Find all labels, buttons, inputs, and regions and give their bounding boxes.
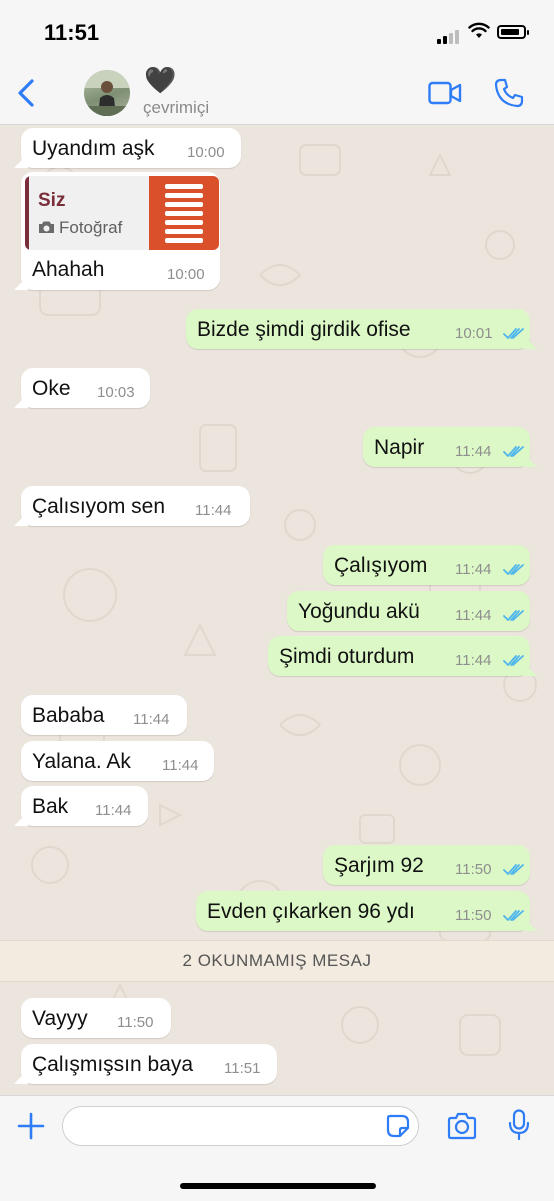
message-time: 11:44 bbox=[133, 711, 170, 728]
message-time: 11:44 bbox=[455, 443, 492, 460]
message-text: Ahahah bbox=[32, 258, 105, 281]
read-receipt-icon bbox=[503, 864, 524, 875]
message-input[interactable] bbox=[62, 1106, 419, 1146]
outgoing-message[interactable]: Şarjım 92 11:50 bbox=[323, 845, 530, 885]
read-receipt-icon bbox=[503, 910, 524, 921]
read-receipt-icon bbox=[503, 328, 524, 339]
read-receipt-icon bbox=[503, 446, 524, 457]
read-receipt-icon bbox=[503, 564, 524, 575]
message-text: Şarjım 92 bbox=[334, 854, 424, 877]
quote-bar bbox=[25, 176, 29, 250]
message-time: 11:44 bbox=[162, 757, 199, 774]
message-time: 11:44 bbox=[95, 802, 132, 819]
message-text: Çalısıyom sen bbox=[32, 495, 166, 518]
outgoing-message[interactable]: Bizde şimdi girdik ofise 10:01 bbox=[186, 309, 530, 349]
message-text: Vayyy bbox=[32, 1007, 88, 1030]
contact-avatar[interactable] bbox=[84, 70, 130, 116]
cellular-signal-icon bbox=[437, 26, 461, 44]
outgoing-message[interactable]: Napir 11:44 bbox=[363, 427, 530, 467]
read-receipt-icon bbox=[503, 655, 524, 666]
chat-header: 🖤 çevrimiçi bbox=[0, 62, 554, 125]
message-time: 11:44 bbox=[455, 652, 492, 669]
message-time: 11:50 bbox=[455, 907, 492, 924]
plus-icon[interactable] bbox=[16, 1111, 46, 1141]
message-text: Napir bbox=[374, 436, 425, 459]
message-time: 10:01 bbox=[455, 325, 493, 342]
message-text: Bizde şimdi girdik ofise bbox=[197, 318, 411, 341]
photo-camera-icon bbox=[39, 221, 54, 233]
contact-name[interactable]: 🖤 bbox=[144, 67, 176, 93]
message-text: Bababa bbox=[32, 704, 105, 727]
back-chevron-icon[interactable] bbox=[12, 76, 42, 110]
outgoing-message[interactable]: Yoğundu akü 11:44 bbox=[287, 591, 530, 631]
incoming-message[interactable]: Çalısıyom sen 11:44 bbox=[21, 486, 250, 526]
incoming-message[interactable]: Uyandım aşk 10:00 bbox=[21, 128, 241, 168]
photo-thumbnail bbox=[149, 176, 219, 250]
microphone-icon[interactable] bbox=[508, 1109, 530, 1141]
unread-divider: 2 OKUNMAMIŞ MESAJ bbox=[0, 940, 554, 982]
incoming-message[interactable]: Çalışmışsın baya 11:51 bbox=[21, 1044, 277, 1084]
home-indicator bbox=[180, 1183, 376, 1189]
status-bar: 11:51 bbox=[0, 0, 554, 62]
message-time: 11:44 bbox=[195, 502, 232, 519]
incoming-message[interactable]: Bak 11:44 bbox=[21, 786, 148, 826]
message-time: 10:03 bbox=[97, 384, 135, 401]
status-time: 11:51 bbox=[44, 20, 100, 45]
outgoing-message[interactable]: Evden çıkarken 96 ydı 11:50 bbox=[196, 891, 530, 931]
message-text: Yalana. Ak bbox=[32, 750, 131, 773]
composer-bar bbox=[0, 1095, 554, 1201]
wifi-icon bbox=[468, 22, 490, 38]
incoming-message[interactable]: Siz Fotoğraf Ahahah 10:00 bbox=[21, 172, 220, 290]
message-text: Uyandım aşk bbox=[32, 137, 155, 160]
outgoing-message[interactable]: Çalışıyom 11:44 bbox=[323, 545, 530, 585]
incoming-message[interactable]: Oke 10:03 bbox=[21, 368, 150, 408]
sticker-icon[interactable] bbox=[386, 1114, 410, 1138]
message-text: Oke bbox=[32, 377, 71, 400]
outgoing-message[interactable]: Şimdi oturdum 11:44 bbox=[268, 636, 530, 676]
message-time: 10:00 bbox=[187, 144, 225, 161]
video-call-icon[interactable] bbox=[428, 81, 462, 105]
battery-icon bbox=[497, 25, 529, 39]
message-time: 10:00 bbox=[167, 266, 205, 283]
message-text: Bak bbox=[32, 795, 69, 818]
message-text: Çalışıyom bbox=[334, 554, 428, 577]
quote-author: Siz bbox=[38, 190, 66, 211]
read-receipt-icon bbox=[503, 610, 524, 621]
phone-call-icon[interactable] bbox=[494, 78, 524, 108]
incoming-message[interactable]: Vayyy 11:50 bbox=[21, 998, 171, 1038]
message-time: 11:50 bbox=[117, 1014, 154, 1031]
quoted-reply[interactable]: Siz Fotoğraf bbox=[25, 176, 219, 250]
incoming-message[interactable]: Yalana. Ak 11:44 bbox=[21, 741, 214, 781]
message-time: 11:44 bbox=[455, 607, 492, 624]
message-time: 11:51 bbox=[224, 1060, 261, 1077]
message-time: 11:50 bbox=[455, 861, 492, 878]
message-text: Şimdi oturdum bbox=[279, 645, 415, 668]
quote-label: Fotoğraf bbox=[59, 218, 123, 237]
message-text: Evden çıkarken 96 ydı bbox=[207, 900, 415, 923]
incoming-message[interactable]: Bababa 11:44 bbox=[21, 695, 187, 735]
camera-icon[interactable] bbox=[446, 1112, 478, 1140]
message-text: Yoğundu akü bbox=[298, 600, 420, 623]
chat-area[interactable]: Uyandım aşk 10:00 Siz Fotoğraf Ahahah 10:00 Bi… bbox=[0, 125, 554, 1095]
message-text: Çalışmışsın baya bbox=[32, 1053, 194, 1076]
contact-status: çevrimiçi bbox=[143, 98, 210, 117]
message-time: 11:44 bbox=[455, 561, 492, 578]
